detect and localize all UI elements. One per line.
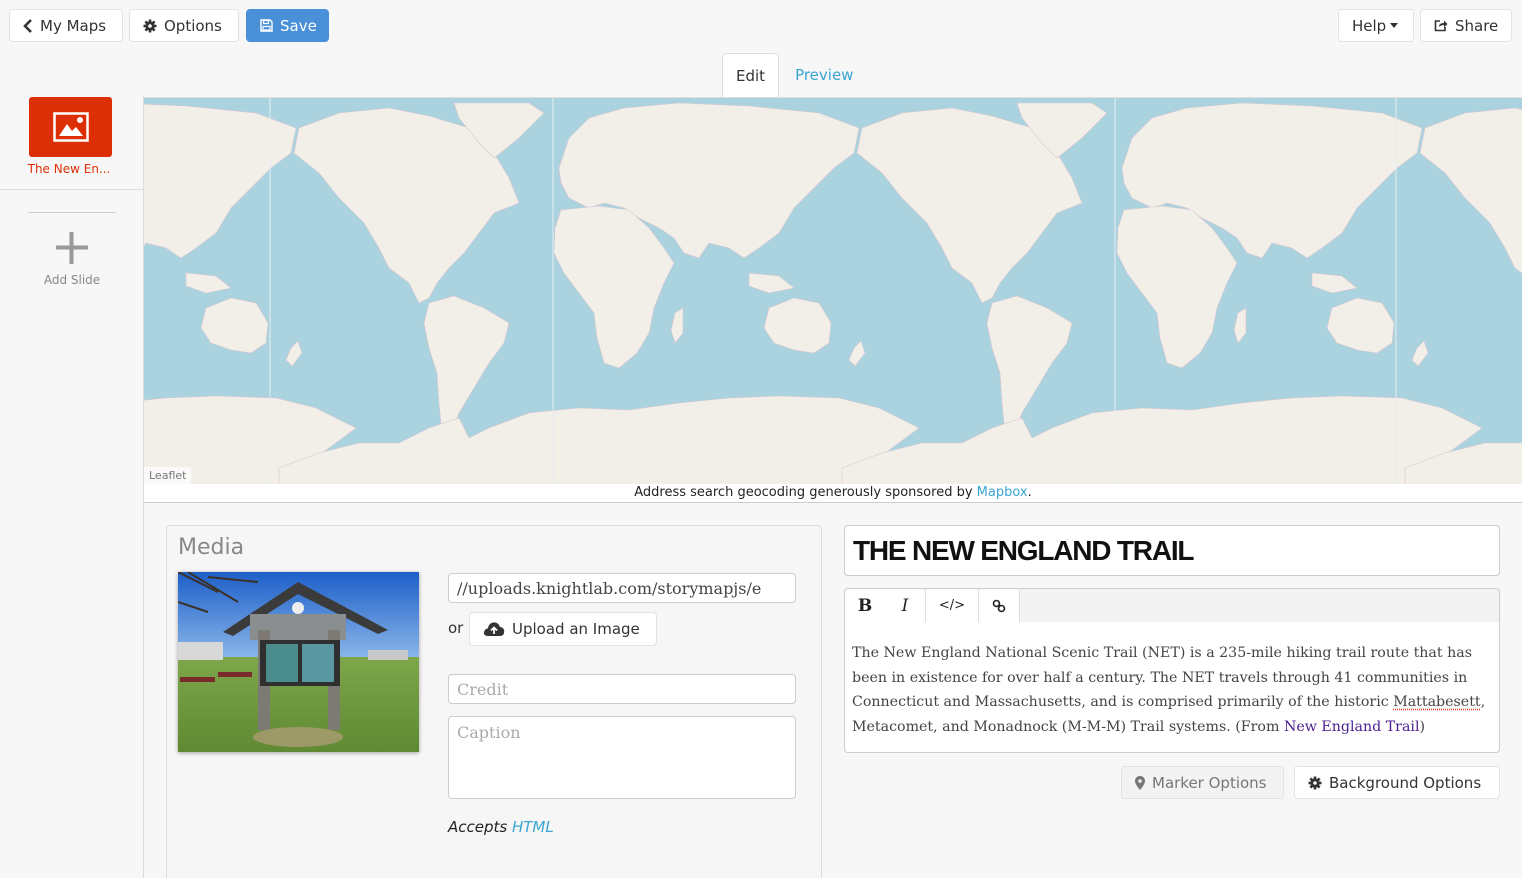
- geocode-sponsor-note: Address search geocoding generously spon…: [144, 484, 1522, 503]
- geocode-note-suffix: .: [1027, 485, 1032, 500]
- add-slide-label: Add Slide: [43, 273, 101, 287]
- media-url-input[interactable]: //uploads.knightlab.com/storymapjs/e: [448, 573, 796, 603]
- plus-icon: [56, 232, 88, 264]
- slide-text-part: ): [1419, 718, 1426, 735]
- media-preview-image: [178, 572, 419, 752]
- sidebar-divider: [0, 189, 143, 190]
- share-button[interactable]: Share: [1420, 9, 1512, 42]
- slide-headline-input[interactable]: THE NEW ENGLAND TRAIL: [844, 525, 1500, 576]
- html-link[interactable]: HTML: [512, 818, 554, 836]
- credit-input[interactable]: Credit: [448, 674, 796, 704]
- background-options-button[interactable]: Background Options: [1294, 766, 1500, 799]
- save-label: Save: [280, 16, 317, 35]
- link-button-group: [979, 589, 1020, 622]
- bold-button[interactable]: B: [845, 589, 885, 622]
- editor-tabs: Edit Preview: [722, 53, 866, 97]
- misspelled-word: Mattabesett: [1393, 694, 1481, 710]
- caret-down-icon: [1390, 23, 1399, 28]
- image-icon: [52, 112, 89, 142]
- chevron-left-icon: [23, 18, 32, 33]
- media-panel: Media //uploads.knightlab.com/storymapjs…: [166, 525, 822, 878]
- slide-sidebar: The New En... Add Slide: [0, 96, 144, 878]
- my-maps-label: My Maps: [40, 16, 107, 35]
- map-marker-icon: [1135, 775, 1145, 790]
- share-icon: [1434, 20, 1448, 32]
- options-button[interactable]: Options: [129, 9, 239, 42]
- slide-text-part: The New England National Scenic Trail (N…: [852, 645, 1472, 710]
- slide-thumbnail[interactable]: [29, 97, 112, 157]
- text-editor-toolbar: B I </>: [844, 588, 1500, 623]
- italic-button[interactable]: I: [885, 589, 925, 622]
- format-button-group: B I: [845, 589, 926, 622]
- background-options-label: Background Options: [1329, 773, 1482, 792]
- gear-icon: [1308, 776, 1322, 789]
- help-dropdown-button[interactable]: Help: [1338, 9, 1414, 42]
- my-maps-button[interactable]: My Maps: [9, 9, 123, 42]
- map-canvas[interactable]: Leaflet: [144, 97, 1522, 484]
- leaflet-attribution[interactable]: Leaflet: [144, 467, 192, 484]
- mapbox-link[interactable]: Mapbox: [977, 485, 1028, 500]
- link-icon: [992, 599, 1006, 612]
- floppy-disk-icon: [260, 19, 273, 32]
- new-england-trail-link[interactable]: New England Trail: [1284, 719, 1420, 735]
- upload-image-label: Upload an Image: [512, 620, 640, 638]
- marker-options-label: Marker Options: [1152, 773, 1267, 792]
- tab-preview[interactable]: Preview: [779, 53, 866, 97]
- geocode-note-text: Address search geocoding generously spon…: [634, 485, 977, 500]
- gear-icon: [143, 19, 157, 32]
- slide-title-label[interactable]: The New En...: [0, 162, 138, 176]
- marker-options-button[interactable]: Marker Options: [1121, 766, 1284, 799]
- add-slide-button[interactable]: Add Slide: [28, 231, 116, 291]
- accepts-label: Accepts: [448, 818, 508, 836]
- sidebar-divider: [28, 212, 116, 213]
- save-button[interactable]: Save: [246, 9, 329, 42]
- media-title: Media: [178, 535, 245, 560]
- share-label: Share: [1455, 16, 1499, 35]
- html-button-group: </>: [926, 589, 979, 622]
- options-label: Options: [164, 16, 222, 35]
- caption-textarea[interactable]: Caption: [448, 716, 796, 799]
- help-label: Help: [1352, 16, 1387, 35]
- world-map-tiles: [144, 98, 1522, 484]
- upload-image-button[interactable]: Upload an Image: [469, 612, 657, 646]
- html-source-button[interactable]: </>: [926, 589, 978, 622]
- slide-text-editor[interactable]: The New England National Scenic Trail (N…: [844, 622, 1500, 753]
- or-label: or: [448, 619, 464, 637]
- cloud-upload-icon: [483, 622, 505, 636]
- accepts-html-note: Accepts HTML: [448, 818, 554, 836]
- tab-edit[interactable]: Edit: [722, 53, 780, 97]
- insert-link-button[interactable]: [979, 589, 1019, 622]
